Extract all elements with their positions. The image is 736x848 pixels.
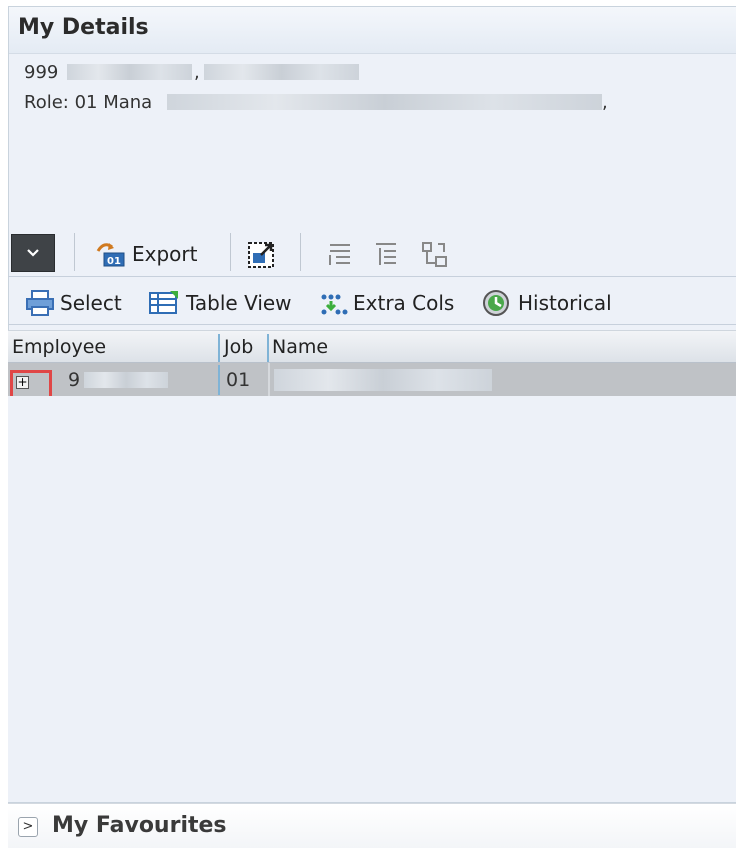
printer-icon <box>26 290 54 316</box>
select-label: Select <box>60 291 122 315</box>
export-icon: 01 <box>96 243 125 267</box>
hierarchy-button[interactable] <box>420 239 450 269</box>
collapse-all-icon <box>376 243 396 265</box>
extra-cols-button[interactable]: Extra Cols <box>317 288 454 318</box>
employee-id-comma: , <box>194 62 200 83</box>
redacted-id <box>67 64 192 80</box>
column-divider[interactable] <box>267 334 269 362</box>
expand-all-button[interactable] <box>326 239 354 269</box>
svg-text:01: 01 <box>107 256 121 267</box>
my-favourites-panel[interactable]: > My Favourites <box>8 803 736 848</box>
toolbar-separator <box>230 233 231 271</box>
column-divider <box>268 363 270 396</box>
chevron-right-icon[interactable]: > <box>18 817 38 837</box>
column-header-name[interactable]: Name <box>272 331 328 364</box>
expand-all-icon <box>329 244 350 265</box>
toolbar-separator <box>300 233 301 271</box>
toolbar-separator <box>74 233 75 271</box>
select-button[interactable]: Select <box>24 288 122 318</box>
table-row[interactable]: + 9 01 <box>8 363 736 396</box>
job-cell: 01 <box>226 369 251 391</box>
details-section: 999 , Role: 01 Mana , <box>9 54 736 232</box>
toolbar-primary: 01 Export <box>8 229 736 277</box>
table-view-icon <box>149 291 178 314</box>
export-label: Export <box>132 242 198 266</box>
redacted-name <box>204 64 359 80</box>
column-header-employee[interactable]: Employee <box>12 331 106 364</box>
hierarchy-icon <box>422 242 447 267</box>
chevron-down-icon <box>27 249 39 257</box>
redacted-name-cell <box>274 369 492 391</box>
historical-button[interactable]: Historical <box>480 288 612 318</box>
table-view-button[interactable]: Table View <box>148 288 292 318</box>
panel-title: My Details <box>9 7 736 54</box>
role-line: Role: 01 Mana , <box>24 88 736 118</box>
employee-id-line: 999 , <box>24 58 736 88</box>
extra-cols-label: Extra Cols <box>353 291 455 315</box>
favourites-title: My Favourites <box>52 813 227 838</box>
employee-id-text: 999 <box>24 62 59 83</box>
extra-columns-icon <box>321 294 348 315</box>
view-menu-button[interactable] <box>11 234 55 272</box>
column-divider <box>218 365 220 395</box>
collapse-all-button[interactable] <box>372 239 400 269</box>
redacted-employee <box>84 372 168 388</box>
column-divider[interactable] <box>218 334 220 362</box>
redacted-role <box>167 94 602 110</box>
export-button[interactable]: 01 Export <box>94 239 197 269</box>
grid-header: Employee Job Name <box>8 330 736 363</box>
toolbar-secondary: Select Table View Extra Cols Historical <box>8 281 736 325</box>
detach-table-icon <box>248 242 274 268</box>
column-header-job[interactable]: Job <box>224 331 253 364</box>
historical-label: Historical <box>518 291 612 315</box>
employee-cell: 9 <box>68 369 81 391</box>
detach-button[interactable] <box>247 239 277 269</box>
grid-body <box>8 396 736 802</box>
historical-clock-icon <box>483 290 509 316</box>
table-view-label: Table View <box>186 291 292 315</box>
role-text: Role: 01 Mana <box>24 92 153 113</box>
role-comma: , <box>602 92 608 113</box>
